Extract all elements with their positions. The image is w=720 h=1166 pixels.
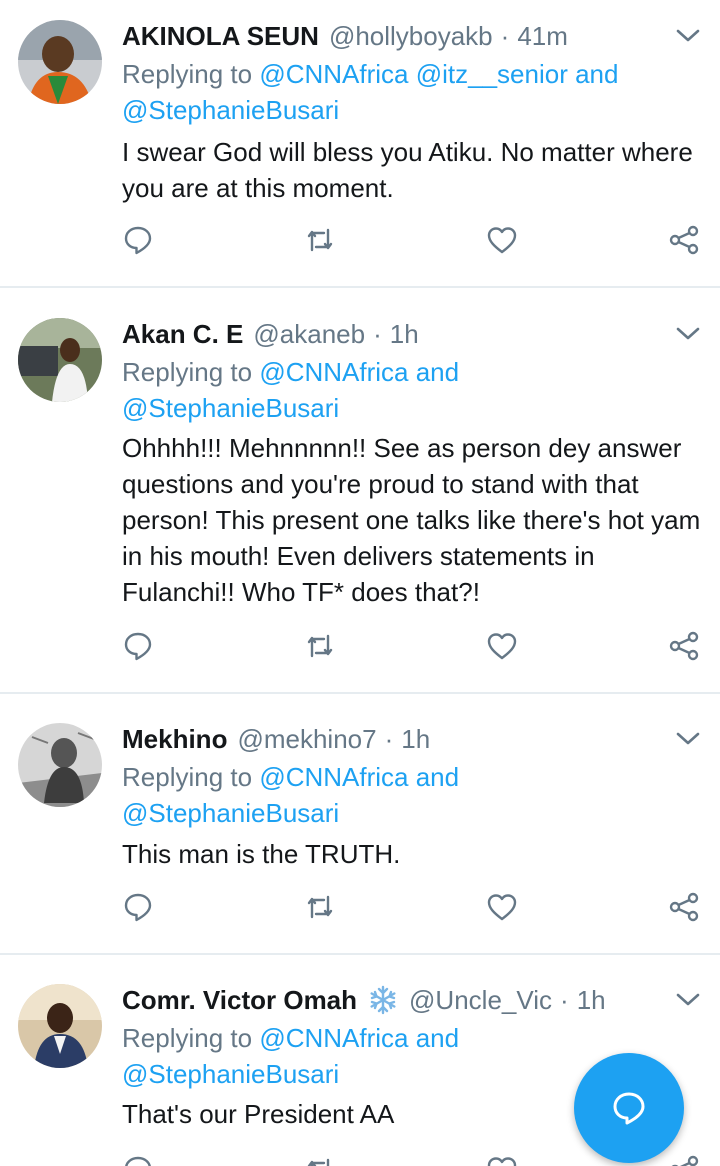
author-name[interactable]: Akan C. E <box>122 316 243 352</box>
avatar[interactable] <box>18 984 102 1068</box>
reply-icon[interactable] <box>120 889 156 925</box>
chevron-down-icon[interactable] <box>674 988 702 1010</box>
reply-icon[interactable] <box>120 222 156 258</box>
replying-to: Replying to @CNNAfrica @itz__senior and … <box>122 56 682 128</box>
chevron-down-icon[interactable] <box>674 322 702 344</box>
share-icon[interactable] <box>666 1152 702 1166</box>
share-icon[interactable] <box>666 628 702 664</box>
snowflake-icon <box>367 984 399 1016</box>
chevron-down-icon[interactable] <box>674 24 702 46</box>
like-icon[interactable] <box>484 222 520 258</box>
mention-link[interactable]: @CNNAfrica and <box>259 1023 459 1053</box>
compose-reply-button[interactable] <box>574 1053 684 1163</box>
author-handle[interactable]: @Uncle_Vic <box>409 982 552 1018</box>
divider <box>0 286 720 288</box>
tweet[interactable]: Mekhino @mekhino7 · 1h Replying to @CNNA… <box>0 703 720 953</box>
tweet-text: Ohhhh!!! Mehnnnnn!! See as person dey an… <box>122 433 701 607</box>
retweet-icon[interactable] <box>302 222 338 258</box>
separator-dot: · <box>560 985 569 1015</box>
mention-link[interactable]: @StephanieBusari <box>122 95 339 125</box>
timestamp[interactable]: 1h <box>577 982 606 1018</box>
separator-dot: · <box>500 21 510 51</box>
separator-dot: · <box>384 724 394 754</box>
mention-link[interactable]: @StephanieBusari <box>122 798 339 828</box>
author-handle[interactable]: @hollyboyakb <box>329 18 493 54</box>
divider <box>0 953 720 955</box>
mention-link[interactable]: @StephanieBusari <box>122 393 339 423</box>
avatar[interactable] <box>18 723 102 807</box>
like-icon[interactable] <box>484 628 520 664</box>
tweet-feed: AKINOLA SEUN @hollyboyakb · 41m Replying… <box>0 0 720 1166</box>
retweet-icon[interactable] <box>302 628 338 664</box>
separator-dot: · <box>373 319 382 349</box>
share-icon[interactable] <box>666 889 702 925</box>
like-icon[interactable] <box>484 1152 520 1166</box>
author-handle[interactable]: @akaneb <box>253 316 365 352</box>
reply-icon[interactable] <box>120 1152 156 1166</box>
tweet-actions <box>0 222 720 262</box>
chevron-down-icon[interactable] <box>674 727 702 749</box>
timestamp[interactable]: 1h <box>401 721 430 757</box>
mention-link[interactable]: @CNNAfrica @itz__senior and <box>259 59 618 89</box>
tweet-header: AKINOLA SEUN @hollyboyakb · 41m <box>122 18 568 54</box>
divider <box>0 692 720 694</box>
replying-to: Replying to @CNNAfrica and @StephanieBus… <box>122 759 682 831</box>
share-icon[interactable] <box>666 222 702 258</box>
replying-to-label: Replying to <box>122 762 253 792</box>
tweet[interactable]: AKINOLA SEUN @hollyboyakb · 41m Replying… <box>0 0 720 286</box>
tweet-actions <box>0 628 720 668</box>
author-name[interactable]: AKINOLA SEUN <box>122 18 319 54</box>
tweet[interactable]: Akan C. E @akaneb · 1h Replying to @CNNA… <box>0 298 720 692</box>
replying-to-label: Replying to <box>122 1023 253 1053</box>
replying-to: Replying to @CNNAfrica and @StephanieBus… <box>122 354 682 426</box>
tweet-header: Comr. Victor Omah @Uncle_Vic · 1h <box>122 982 606 1018</box>
tweet-header: Akan C. E @akaneb · 1h <box>122 316 419 352</box>
mention-link[interactable]: @CNNAfrica and <box>259 357 459 387</box>
retweet-icon[interactable] <box>302 889 338 925</box>
tweet-header: Mekhino @mekhino7 · 1h <box>122 721 430 757</box>
timestamp[interactable]: 1h <box>390 316 419 352</box>
author-name[interactable]: Comr. Victor Omah <box>122 982 357 1018</box>
compose-reply-icon <box>613 1092 645 1125</box>
avatar[interactable] <box>18 318 102 402</box>
tweet-actions <box>0 889 720 929</box>
author-name[interactable]: Mekhino <box>122 721 227 757</box>
timestamp[interactable]: 41m <box>517 18 568 54</box>
mention-link[interactable]: @CNNAfrica and <box>259 762 459 792</box>
author-handle[interactable]: @mekhino7 <box>237 721 376 757</box>
tweet-text: This man is the TRUTH. <box>122 839 401 869</box>
replying-to-label: Replying to <box>122 357 253 387</box>
replying-to-label: Replying to <box>122 59 253 89</box>
reply-icon[interactable] <box>120 628 156 664</box>
avatar[interactable] <box>18 20 102 104</box>
tweet-text: I swear God will bless you Atiku. No mat… <box>122 137 693 203</box>
like-icon[interactable] <box>484 889 520 925</box>
retweet-icon[interactable] <box>302 1152 338 1166</box>
mention-link[interactable]: @StephanieBusari <box>122 1059 339 1089</box>
